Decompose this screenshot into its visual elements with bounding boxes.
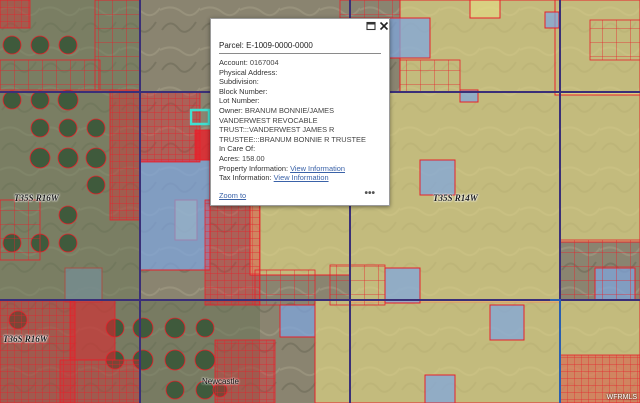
- township-label-t35s-r16w: T35S R16W: [14, 193, 59, 203]
- popup-title: Parcel: E-1009-0000-0000: [219, 41, 313, 50]
- field-block-number: Block Number:: [219, 86, 268, 96]
- popup-footer: Zoom to •••: [219, 188, 381, 201]
- tax-info-link[interactable]: View Information: [274, 173, 329, 182]
- close-icon[interactable]: [379, 21, 389, 31]
- field-in-care-of: In Care Of:: [219, 144, 256, 154]
- place-label-newcastle: Newcastle: [202, 377, 239, 386]
- popup-divider: [219, 53, 381, 54]
- popup-content: Account: 0167004 Physical Address: Subdi…: [219, 58, 383, 183]
- popup-header: [211, 19, 389, 31]
- zoom-to-link[interactable]: Zoom to: [219, 191, 246, 200]
- field-account: Account: 0167004: [219, 58, 279, 67]
- field-physical-address: Physical Address:: [219, 67, 278, 77]
- township-label-t35s-r14w: T35S R14W: [433, 193, 478, 203]
- field-property-information: Property Information: View Information: [219, 163, 345, 173]
- field-owner: Owner: BRANUM BONNIE/JAMES VANDERWEST RE…: [219, 105, 366, 144]
- maximize-icon[interactable]: [366, 21, 376, 31]
- property-info-link[interactable]: View Information: [290, 164, 345, 173]
- field-lot-number: Lot Number:: [219, 96, 260, 106]
- map-attribution: WFRMLS: [606, 394, 637, 401]
- parcel-info-popup: Parcel: E-1009-0000-0000 Account: 016700…: [210, 18, 390, 206]
- field-tax-information: Tax Information: View Information: [219, 173, 329, 183]
- township-label-t36s-r16w: T36S R16W: [3, 334, 48, 344]
- field-acres: Acres: 158.00: [219, 153, 265, 163]
- field-subdivision: Subdivision:: [219, 77, 259, 87]
- more-options-button[interactable]: •••: [364, 188, 375, 199]
